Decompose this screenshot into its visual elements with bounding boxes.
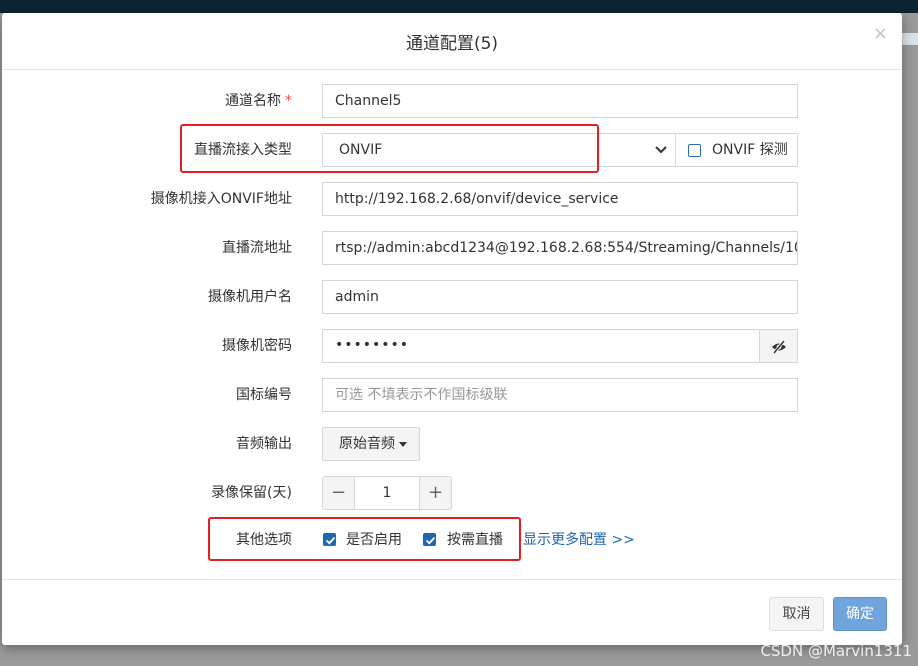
camera-password-input[interactable]: •••••••• bbox=[322, 329, 760, 363]
decrement-button[interactable]: − bbox=[322, 476, 355, 510]
row-onvif-address: 摄像机接入ONVIF地址 http://192.168.2.68/onvif/d… bbox=[2, 182, 902, 216]
background-top-bar bbox=[0, 0, 918, 13]
audio-output-label: 音频输出 bbox=[236, 436, 292, 452]
password-toggle-button[interactable] bbox=[759, 329, 798, 363]
show-more-config-link[interactable]: 显示更多配置 >> bbox=[523, 523, 635, 557]
close-icon[interactable]: × bbox=[873, 25, 888, 43]
on-demand-label: 按需直播 bbox=[447, 532, 503, 548]
channel-name-input[interactable]: Channel5 bbox=[322, 84, 798, 118]
stream-url-label: 直播流地址 bbox=[222, 240, 292, 256]
camera-password-label: 摄像机密码 bbox=[222, 338, 292, 354]
camera-user-input[interactable]: admin bbox=[322, 280, 798, 314]
record-retention-input[interactable]: 1 bbox=[354, 476, 420, 510]
channel-name-label: 通道名称 * bbox=[225, 93, 292, 109]
increment-button[interactable]: + bbox=[419, 476, 452, 510]
onvif-probe-label: ONVIF 探测 bbox=[712, 142, 788, 158]
row-stream-url: 直播流地址 rtsp://admin:abcd1234@192.168.2.68… bbox=[2, 231, 902, 265]
onvif-probe-addon[interactable]: ONVIF 探测 bbox=[675, 133, 798, 167]
channel-config-dialog: 通道配置(5) × 通道名称 * Channel5 直播流接入类型 ONVIF O… bbox=[2, 13, 902, 645]
enabled-checkbox[interactable] bbox=[323, 533, 336, 546]
audio-output-dropdown[interactable]: 原始音频 bbox=[322, 427, 420, 461]
row-channel-name: 通道名称 * Channel5 bbox=[2, 84, 902, 118]
cancel-button[interactable]: 取消 bbox=[769, 597, 824, 631]
onvif-address-label: 摄像机接入ONVIF地址 bbox=[150, 191, 292, 207]
stream-type-select[interactable]: ONVIF bbox=[322, 133, 676, 167]
row-stream-type: 直播流接入类型 ONVIF ONVIF 探测 bbox=[2, 133, 902, 167]
record-retention-label: 录像保留(天) bbox=[211, 485, 292, 501]
row-gb-number: 国标编号 可选 不填表示不作国标级联 bbox=[2, 378, 902, 412]
confirm-button[interactable]: 确定 bbox=[833, 597, 887, 631]
row-camera-user: 摄像机用户名 admin bbox=[2, 280, 902, 314]
row-other-options: 其他选项 是否启用 按需直播 显示更多配置 >> bbox=[2, 523, 902, 557]
audio-output-value: 原始音频 bbox=[339, 436, 395, 452]
stream-type-value: ONVIF bbox=[339, 142, 383, 158]
stream-type-label: 直播流接入类型 bbox=[194, 142, 292, 158]
row-audio-output: 音频输出 原始音频 bbox=[2, 427, 902, 461]
row-record-retention: 录像保留(天) − 1 + bbox=[2, 476, 902, 510]
dialog-header: 通道配置(5) × bbox=[2, 13, 902, 70]
dialog-title: 通道配置(5) bbox=[405, 34, 499, 54]
dialog-footer: 取消 确定 bbox=[2, 579, 902, 646]
onvif-probe-checkbox[interactable] bbox=[688, 144, 701, 157]
eye-slash-icon bbox=[772, 340, 786, 354]
gb-number-label: 国标编号 bbox=[236, 387, 292, 403]
on-demand-checkbox[interactable] bbox=[423, 533, 436, 546]
record-retention-stepper: − 1 + bbox=[322, 476, 452, 510]
gb-number-input[interactable]: 可选 不填表示不作国标级联 bbox=[322, 378, 798, 412]
required-mark: * bbox=[285, 93, 292, 109]
chevron-down-icon bbox=[655, 146, 667, 154]
stream-url-input[interactable]: rtsp://admin:abcd1234@192.168.2.68:554/S… bbox=[322, 231, 798, 265]
caret-down-icon bbox=[399, 441, 407, 447]
row-camera-password: 摄像机密码 •••••••• bbox=[2, 329, 902, 363]
onvif-address-input[interactable]: http://192.168.2.68/onvif/device_service bbox=[322, 182, 798, 216]
camera-user-label: 摄像机用户名 bbox=[208, 289, 292, 305]
other-options-label: 其他选项 bbox=[236, 532, 292, 548]
watermark: CSDN @Marvin1311 bbox=[760, 642, 912, 660]
enabled-label: 是否启用 bbox=[346, 532, 402, 548]
